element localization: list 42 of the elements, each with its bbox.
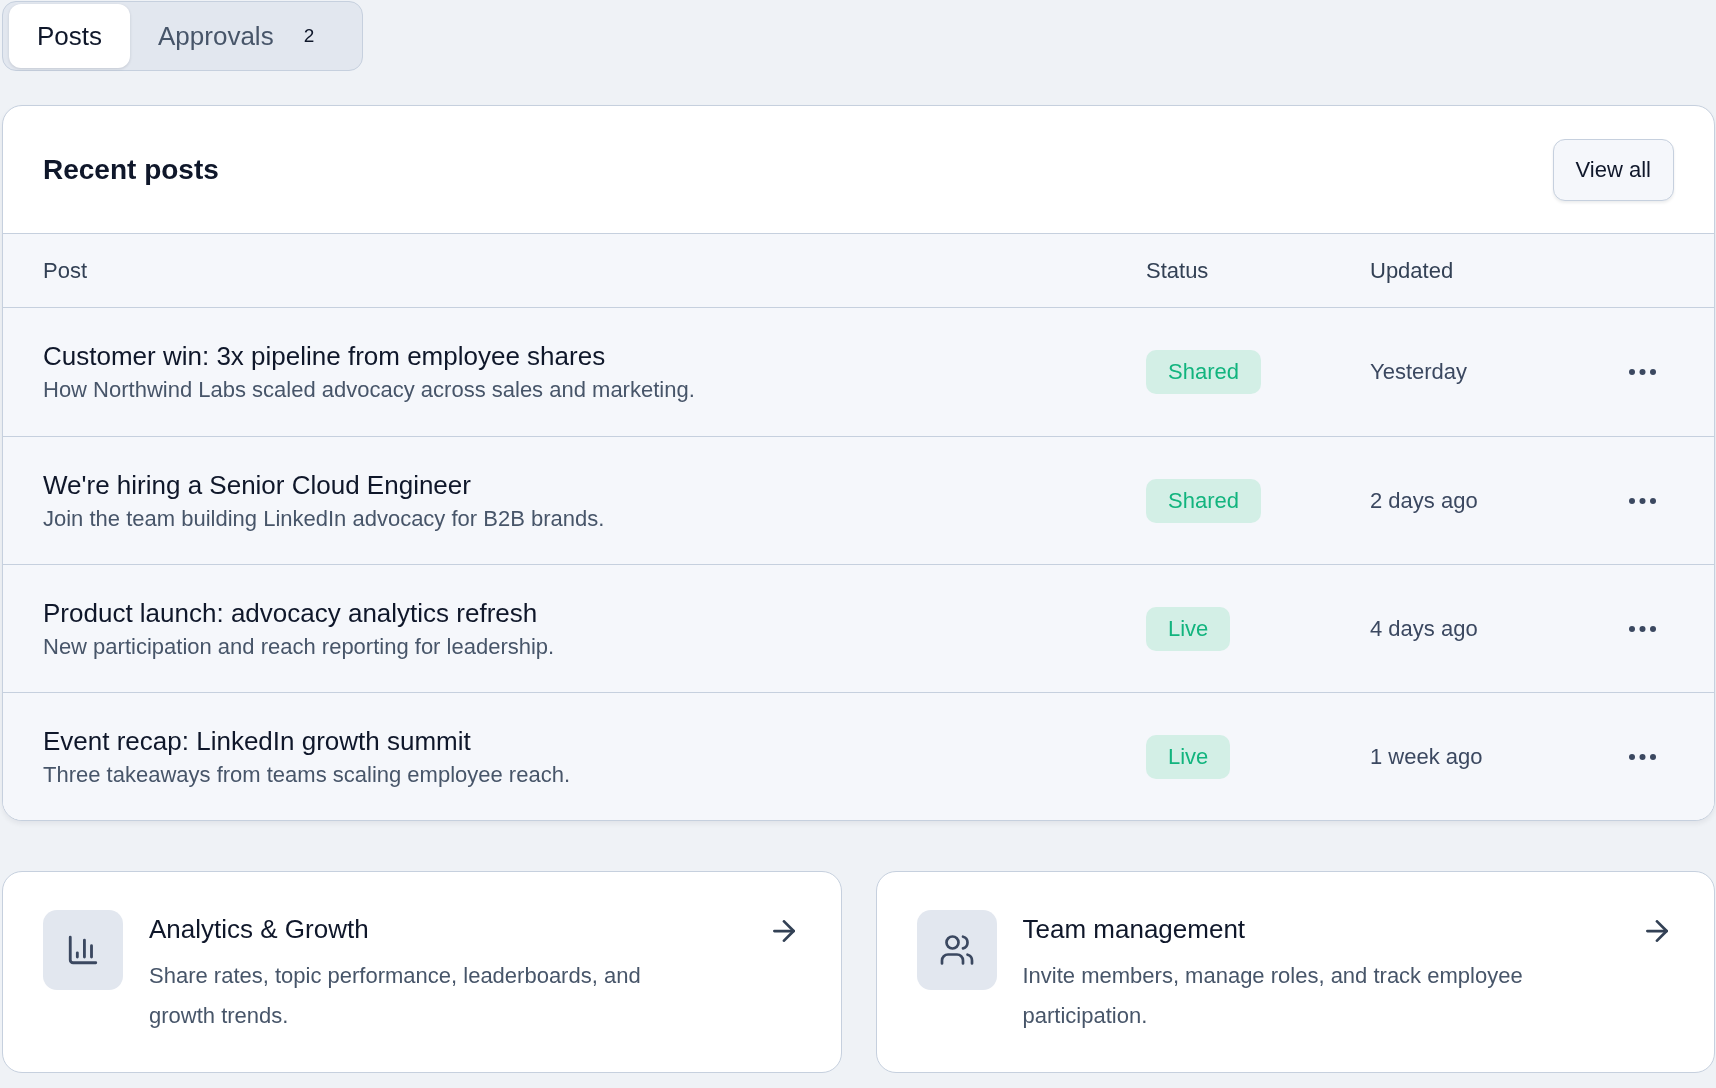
arrow-right-icon: [1646, 920, 1668, 942]
more-button[interactable]: [1628, 625, 1656, 632]
feature-title: Team management: [1022, 913, 1247, 946]
post-description: Join the team building LinkedIn advocacy for B2B brands.: [43, 504, 606, 533]
column-header: Post: [43, 257, 89, 284]
updated-text: Yesterday: [1370, 359, 1469, 385]
post-title: Product launch: advocacy analytics refresh: [43, 596, 539, 630]
updated-text: 2 days ago: [1370, 487, 1479, 514]
feature-description: Share rates, topic performance, leaderboards, and growth trends.: [149, 962, 642, 1030]
more-icon: [1628, 753, 1656, 760]
more-icon: [1628, 497, 1656, 504]
status-badge: Shared: [1146, 350, 1261, 394]
status-badge: Live: [1146, 606, 1231, 651]
card-title: Recent posts: [43, 153, 219, 186]
more-icon: [1628, 625, 1656, 632]
more-icon: [1628, 369, 1656, 375]
post-description: Three takeaways from teams scaling employee reach.: [43, 760, 571, 789]
column-header: Status: [1146, 257, 1210, 284]
more-button[interactable]: [1628, 753, 1656, 760]
post-title: Customer win: 3x pipeline from employee shares: [43, 340, 607, 373]
more-button[interactable]: [1628, 369, 1656, 375]
status-badge: Live: [1146, 734, 1231, 779]
people-icon: [916, 910, 997, 990]
arrow-right-icon: [772, 920, 795, 942]
feature-title: Analytics & Growth: [149, 913, 370, 946]
updated-text: 1 week ago: [1370, 743, 1484, 770]
feature-card[interactable]: Analytics & Growth Share rates, topic performance, leaderboards, and growth trends.: [2, 871, 842, 1073]
post-title: We're hiring a Senior Cloud Engineer: [43, 468, 472, 502]
more-button[interactable]: [1628, 497, 1656, 504]
post-description: How Northwind Labs scaled advocacy across sales and marketing.: [43, 376, 696, 404]
post-title: Event recap: LinkedIn growth summit: [43, 724, 472, 758]
bar-chart-icon: [43, 910, 123, 990]
tab[interactable]: Approvals 2: [130, 4, 357, 68]
tab-count: 2: [303, 25, 315, 47]
updated-text: 4 days ago: [1370, 615, 1479, 642]
feature-description: Invite members, manage roles, and track employee participation.: [1022, 962, 1524, 1030]
tab[interactable]: Posts: [9, 4, 131, 68]
feature-card[interactable]: Team management Invite members, manage roles, and track employee participation.: [875, 871, 1715, 1073]
column-header: Updated: [1370, 257, 1455, 284]
view-all-button[interactable]: View all: [1552, 138, 1674, 201]
status-badge: Shared: [1146, 478, 1261, 523]
post-description: New participation and reach reporting for leadership.: [43, 632, 556, 661]
